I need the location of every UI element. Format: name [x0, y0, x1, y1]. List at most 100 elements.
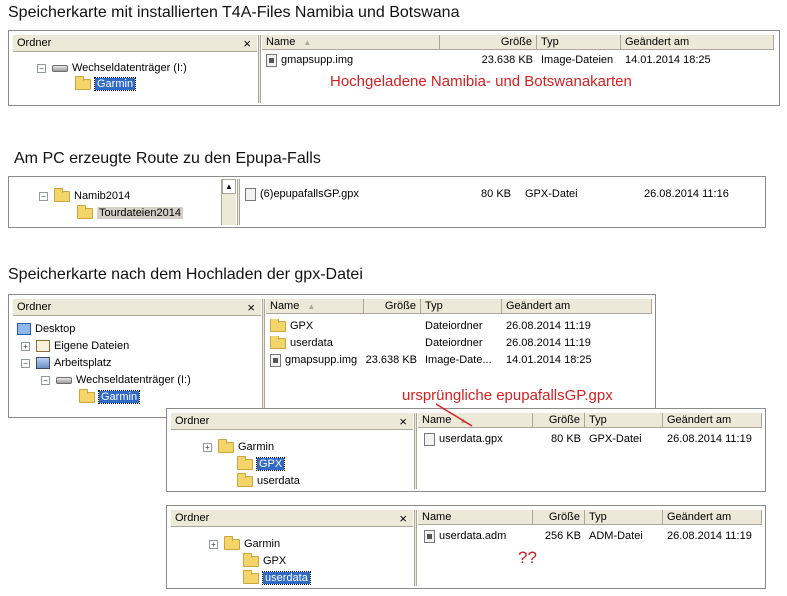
tree-item-garmin[interactable]: Garmin [75, 75, 137, 92]
tree-item-desktop[interactable]: Desktop [17, 321, 75, 337]
tree-item-label: Garmin [244, 538, 281, 550]
section-title-2: Am PC erzeugte Route zu den Epupa-Falls [14, 150, 321, 167]
pane-splitter[interactable] [414, 413, 417, 489]
file-size [364, 336, 417, 351]
column-header-name[interactable]: Name▲ [266, 299, 364, 314]
tree-item-label: Garmin [97, 390, 141, 404]
tree-item-arbeitsplatz[interactable]: − Arbeitsplatz [21, 355, 111, 371]
close-icon[interactable]: × [247, 299, 255, 316]
column-header-name[interactable]: Name▲ [262, 35, 440, 50]
close-icon[interactable]: × [399, 413, 407, 430]
file-size [364, 319, 417, 334]
pane-splitter[interactable] [237, 179, 240, 225]
folder-icon [218, 438, 234, 453]
collapse-icon[interactable]: − [39, 191, 48, 201]
tree-item-userdata[interactable]: userdata [237, 472, 300, 489]
file-type: ADM-Datei [589, 530, 643, 542]
expand-icon[interactable]: + [203, 442, 212, 452]
folder-icon [243, 569, 259, 584]
file-type: GPX-Datei [589, 433, 642, 445]
folder-pane-header: Ordner × [13, 35, 257, 52]
desktop-icon [17, 323, 31, 336]
file-modified: 26.08.2014 11:19 [667, 433, 752, 445]
column-header-size[interactable]: Größe [533, 510, 585, 525]
explorer-window-2: − Namib2014 Tourdateien2014 ▲ (6)epupafal… [8, 176, 766, 228]
pane-splitter[interactable] [262, 299, 265, 415]
pane-splitter[interactable] [258, 35, 261, 103]
file-list-pane: (6)epupafallsGP.gpx 80 KB GPX-Datei 26.0… [241, 179, 761, 225]
column-header-name[interactable]: Name [418, 510, 533, 525]
scroll-up-arrow-icon[interactable]: ▲ [222, 179, 236, 194]
file-type: Image-Date... [425, 354, 492, 366]
column-header-modified[interactable]: Geändert am [621, 35, 774, 50]
folder-pane-title: Ordner [175, 512, 210, 524]
folder-icon [270, 319, 286, 332]
file-modified: 26.08.2014 11:16 [644, 188, 729, 200]
column-header-modified[interactable]: Geändert am [663, 510, 762, 525]
folder-icon [237, 472, 253, 487]
collapse-icon[interactable]: − [41, 375, 50, 385]
tree-item-label: Garmin [93, 77, 137, 91]
tree-item-label: Garmin [238, 441, 275, 453]
tree-item-removable-drive[interactable]: − Wechseldatenträger (I:) [41, 372, 191, 388]
vertical-scrollbar[interactable]: ▲ [221, 179, 236, 225]
pane-splitter[interactable] [414, 510, 417, 586]
annotation-uploaded-maps: Hochgeladene Namibia- und Botswanakarten [330, 73, 632, 90]
tree-item-gpx[interactable]: GPX [237, 455, 286, 472]
folder-icon [237, 455, 253, 470]
folder-icon [75, 75, 91, 90]
file-list-pane: Name Größe Typ Geändert am userdata.adm … [418, 510, 762, 586]
section-title-3: Speicherkarte nach dem Hochladen der gpx… [8, 266, 363, 283]
close-icon[interactable]: × [243, 35, 251, 52]
gpx-file-icon [424, 432, 435, 446]
collapse-icon[interactable]: − [37, 63, 46, 73]
file-modified: 14.01.2014 18:25 [625, 54, 711, 66]
file-modified: 26.08.2014 11:19 [506, 337, 591, 349]
column-header-type[interactable]: Typ [421, 299, 502, 314]
folder-pane-header: Ordner × [171, 413, 413, 430]
file-type: GPX-Datei [525, 188, 578, 200]
column-header-modified[interactable]: Geändert am [502, 299, 652, 314]
file-size: 80 KB [551, 433, 581, 445]
sort-ascending-icon: ▲ [307, 302, 316, 311]
collapse-icon[interactable]: − [21, 358, 30, 368]
expand-icon[interactable]: + [209, 539, 218, 549]
tree-item-garmin[interactable]: Garmin [79, 388, 141, 405]
file-modified: 26.08.2014 11:19 [506, 320, 591, 332]
tree-item-eigene-dateien[interactable]: + Eigene Dateien [21, 338, 129, 354]
tree-item-garmin[interactable]: + Garmin [209, 535, 281, 552]
folder-pane-title: Ordner [17, 301, 52, 313]
file-name: gmapsupp.img [281, 54, 354, 66]
file-modified: 26.08.2014 11:19 [667, 530, 752, 542]
tree-item-label: Wechseldatenträger (I:) [76, 374, 191, 386]
tree-item-userdata[interactable]: userdata [243, 569, 311, 586]
column-header-type[interactable]: Typ [585, 510, 663, 525]
folder-icon [224, 535, 240, 550]
tree-item-removable-drive[interactable]: − Wechseldatenträger (I:) [37, 60, 187, 76]
column-header-size[interactable]: Größe [364, 299, 421, 314]
column-header-type[interactable]: Typ [537, 35, 621, 50]
expand-icon[interactable]: + [21, 341, 30, 351]
tree-item-label: GPX [263, 555, 287, 567]
tree-item-namib2014[interactable]: − Namib2014 [39, 187, 131, 204]
file-type: Image-Dateien [541, 54, 614, 66]
tree-item-label: Namib2014 [74, 190, 131, 202]
folder-pane: Ordner × Desktop + Eigene Dateien − Arbeit… [13, 299, 261, 415]
sort-ascending-icon: ▲ [303, 38, 312, 47]
file-name: gmapsupp.img [285, 354, 358, 366]
tree-item-garmin[interactable]: + Garmin [203, 438, 275, 455]
column-header-type[interactable]: Typ [585, 413, 663, 428]
folder-pane: Ordner × + Garmin GPX userdata [171, 510, 413, 586]
column-header-size[interactable]: Größe [533, 413, 585, 428]
file-name: userdata.gpx [439, 433, 503, 445]
tree-item-tourdateien2014[interactable]: Tourdateien2014 [77, 204, 183, 221]
annotation-arrow [435, 403, 473, 427]
file-size: 256 KB [544, 530, 581, 542]
tree-item-gpx[interactable]: GPX [243, 552, 287, 569]
folder-pane: Ordner × + Garmin GPX userdata [171, 413, 413, 489]
column-header-modified[interactable]: Geändert am [663, 413, 762, 428]
close-icon[interactable]: × [399, 510, 407, 527]
column-header-size[interactable]: Größe [440, 35, 537, 50]
computer-icon [36, 357, 50, 370]
folder-pane-header: Ordner × [171, 510, 413, 527]
